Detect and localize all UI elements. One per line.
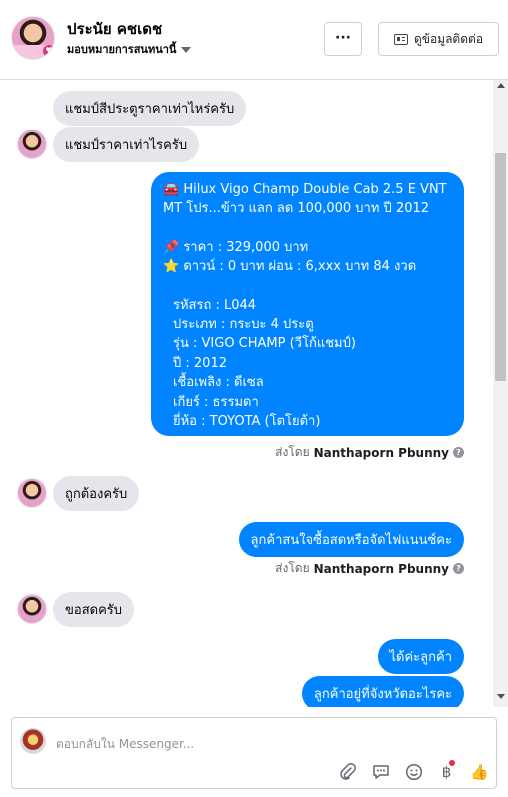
sender-name[interactable]: Nanthaporn Pbunny bbox=[314, 446, 449, 460]
incoming-message: แชมป์สีประตูราคาเท่าไหร่ครับ bbox=[53, 91, 247, 126]
sent-by-note: ส่งโดย Nanthaporn Pbunny ? bbox=[275, 559, 464, 578]
help-icon[interactable]: ? bbox=[453, 447, 464, 458]
sender-avatar bbox=[17, 478, 47, 508]
listing-line: เชื้อเพลิง : ดีเซล bbox=[173, 375, 264, 391]
sent-by-prefix: ส่งโดย bbox=[275, 445, 310, 459]
listing-line: ประเภท : กระบะ 4 ประตู bbox=[173, 317, 314, 333]
sent-by-note: ส่งโดย Nanthaporn Pbunny ? bbox=[275, 443, 464, 462]
incoming-message: ขอสดครับ bbox=[53, 592, 135, 627]
listing-line: ⭐ ดาวน์ : 0 บาท ผ่อน : 6,xxx บาท 84 งวด bbox=[163, 259, 417, 275]
view-contact-label: ดูข้อมูลติดต่อ bbox=[413, 31, 484, 46]
listing-line: เกียร์ : ธรรมดา bbox=[173, 394, 259, 410]
attachment-icon[interactable] bbox=[338, 763, 357, 782]
chevron-down-icon bbox=[181, 46, 192, 53]
scrollbar-thumb[interactable] bbox=[495, 153, 506, 381]
outgoing-listing-message: 🚘 Hilux Vigo Champ Double Cab 2.5 E VNT … bbox=[151, 172, 464, 436]
composer-toolbar: ฿ 👍 bbox=[338, 760, 489, 782]
listing-line: MT โปร...ข้าว แลก ลด 100,000 บาท ปี 2012 bbox=[163, 201, 430, 217]
page-avatar bbox=[20, 728, 46, 754]
assign-label: มอบหมายการสนทนานี้ bbox=[67, 43, 177, 56]
listing-line: รหัสรถ : L044 bbox=[173, 297, 257, 313]
emoji-icon[interactable] bbox=[404, 763, 423, 782]
listing-line: รุ่น : VIGO CHAMP (วีโก้แชมป์) bbox=[173, 336, 356, 352]
listing-spacer bbox=[163, 219, 452, 238]
incoming-message: ถูกต้องครับ bbox=[53, 476, 140, 511]
sender-avatar bbox=[17, 594, 47, 624]
more-options-button[interactable]: ··· bbox=[324, 22, 362, 56]
reply-composer[interactable]: ตอบกลับใน Messenger... ฿ 👍 bbox=[11, 717, 497, 789]
listing-line: 📌 ราคา : 329,000 บาท bbox=[163, 239, 309, 255]
sender-avatar bbox=[17, 129, 47, 159]
sender-name[interactable]: Nanthaporn Pbunny bbox=[314, 562, 449, 576]
message-thread[interactable]: แชมป์สีประตูราคาเท่าไหร่ครับ แชมป์ราคาเท… bbox=[0, 80, 508, 707]
listing-line: ปี : 2012 bbox=[173, 355, 227, 371]
outgoing-message: ได้ค่ะลูกค้า bbox=[377, 639, 464, 674]
help-icon[interactable]: ? bbox=[453, 563, 464, 574]
reply-input[interactable]: ตอบกลับใน Messenger... bbox=[56, 735, 194, 754]
heart-badge-icon: ♥ bbox=[43, 45, 54, 57]
incoming-message: แชมป์ราคาเท่าไรครับ bbox=[53, 127, 200, 162]
contact-card-icon bbox=[393, 33, 408, 45]
listing-spacer bbox=[163, 277, 452, 296]
saved-replies-icon[interactable] bbox=[371, 763, 390, 782]
notification-dot bbox=[449, 760, 455, 766]
outgoing-message: ลูกค้าสนใจซื้อสดหรือจัดไฟแนนซ์คะ bbox=[238, 522, 464, 557]
payment-icon[interactable]: ฿ bbox=[437, 760, 456, 782]
view-contact-button[interactable]: ดูข้อมูลติดต่อ bbox=[378, 22, 499, 56]
like-glyph: 👍 bbox=[470, 763, 489, 781]
listing-line: ยี่ห้อ : TOYOTA (โตโยต้า) bbox=[173, 414, 321, 430]
scrollbar[interactable] bbox=[493, 80, 508, 707]
scroll-up-arrow-icon[interactable] bbox=[497, 83, 505, 88]
conversation-header: ♥ ประนัย คชเดช มอบหมายการสนทนานี้ ··· ดู… bbox=[0, 0, 508, 80]
contact-avatar[interactable]: ♥ bbox=[11, 16, 55, 60]
sent-by-prefix: ส่งโดย bbox=[275, 561, 310, 575]
scroll-down-arrow-icon[interactable] bbox=[497, 694, 505, 699]
messenger-conversation: ♥ ประนัย คชเดช มอบหมายการสนทนานี้ ··· ดู… bbox=[0, 0, 508, 797]
outgoing-message: ลูกค้าอยู่ที่จังหวัดอะไรคะ bbox=[301, 676, 464, 707]
contact-name[interactable]: ประนัย คชเดช bbox=[67, 17, 162, 41]
like-icon[interactable]: 👍 bbox=[470, 763, 489, 782]
listing-line: 🚘 Hilux Vigo Champ Double Cab 2.5 E VNT bbox=[163, 182, 447, 197]
assign-conversation-dropdown[interactable]: มอบหมายการสนทนานี้ bbox=[67, 40, 192, 58]
